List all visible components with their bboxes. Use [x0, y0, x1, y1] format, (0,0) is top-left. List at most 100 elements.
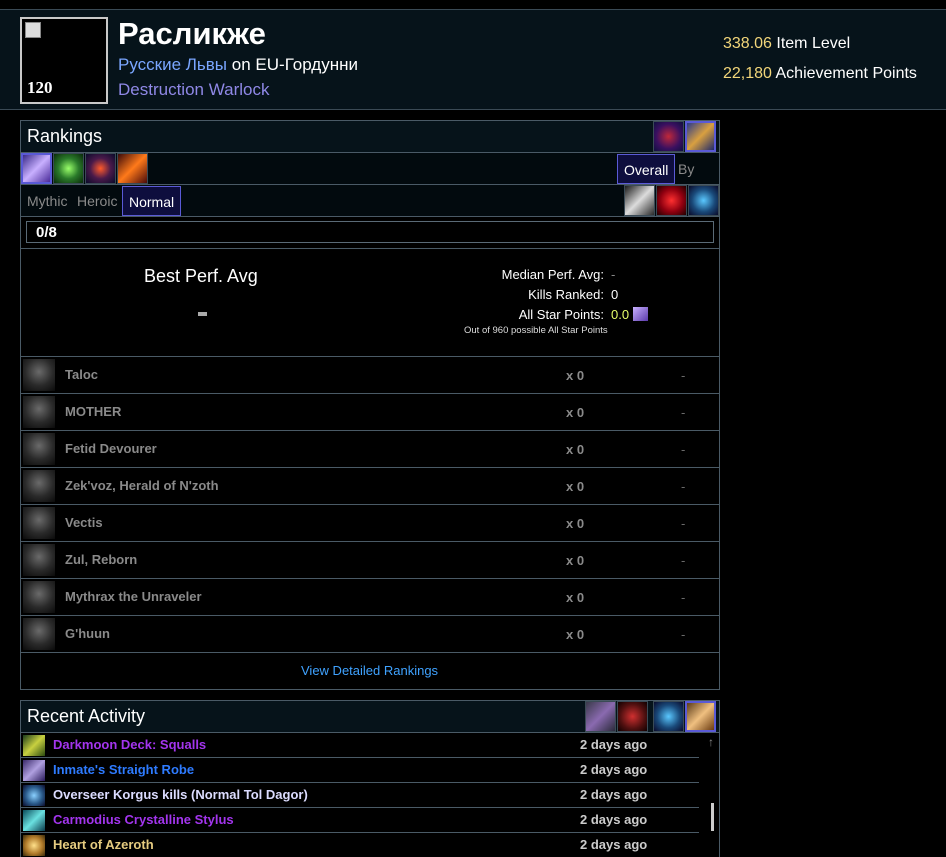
- star-points-value: 0.0: [611, 307, 630, 322]
- activity-time: 2 days ago: [580, 737, 648, 752]
- tab-overall[interactable]: Overall: [617, 154, 676, 184]
- median-label: Median Perf. Avg:: [501, 267, 604, 282]
- median-value: -: [611, 267, 616, 282]
- scroll-up-arrow-icon[interactable]: ↑: [708, 735, 714, 749]
- boss-name[interactable]: Zek'voz, Herald of N'zoth: [65, 478, 219, 493]
- boss-row[interactable]: Zul, Reborn x 0 -: [21, 542, 719, 579]
- spec-fire-icon[interactable]: [117, 153, 148, 184]
- stylus-icon: [23, 810, 45, 831]
- item-level-label: Item Level: [776, 35, 851, 52]
- tab-normal[interactable]: Normal: [122, 186, 182, 216]
- boss-row[interactable]: MOTHER x 0 -: [21, 394, 719, 431]
- progress-row: 0/8: [21, 217, 719, 249]
- rankings-title-bar: Rankings: [21, 121, 719, 153]
- boss-kills: x 0: [566, 368, 585, 383]
- tab-mythic[interactable]: Mythic: [21, 186, 73, 216]
- boss-portrait: [23, 470, 55, 502]
- boss-perf: -: [681, 627, 686, 642]
- activity-text[interactable]: Inmate's Straight Robe: [53, 762, 194, 777]
- boss-row[interactable]: Taloc x 0 -: [21, 357, 719, 394]
- healing-heart-icon[interactable]: [656, 185, 687, 216]
- star-points-spec-icon: [633, 307, 648, 321]
- boss-name[interactable]: Taloc: [65, 367, 98, 382]
- activity-item[interactable]: Carmodius Crystalline Stylus 2 days ago: [21, 808, 699, 833]
- kills-ranked-label: Kills Ranked:: [528, 287, 604, 302]
- raid-dazaralor-icon[interactable]: [685, 121, 716, 152]
- tab-by-ilvl[interactable]: By Ilvl: [672, 154, 719, 207]
- boss-row[interactable]: Mythrax the Unraveler x 0 -: [21, 579, 719, 616]
- item-level-value: 338.06: [723, 35, 772, 52]
- scroll-thumb[interactable]: [711, 803, 714, 831]
- star-points-label: All Star Points:: [518, 307, 604, 322]
- tank-shield-icon[interactable]: [688, 185, 719, 216]
- boss-perf: -: [681, 516, 686, 531]
- boss-perf: -: [681, 553, 686, 568]
- activity-time: 2 days ago: [580, 787, 648, 802]
- activity-text[interactable]: Darkmoon Deck: Squalls: [53, 737, 206, 752]
- boss-perf: -: [681, 590, 686, 605]
- progress-bar: 0/8: [26, 221, 714, 243]
- activity-item[interactable]: Overseer Korgus kills (Normal Tol Dagor)…: [21, 783, 699, 808]
- realm-name: EU-Гордунни: [255, 55, 358, 74]
- activity-time: 2 days ago: [580, 762, 648, 777]
- raid-uldir-icon[interactable]: [653, 121, 684, 152]
- boss-row[interactable]: Vectis x 0 -: [21, 505, 719, 542]
- boss-perf: -: [681, 479, 686, 494]
- filter-boss-icon[interactable]: [617, 701, 648, 732]
- boss-list: Taloc x 0 - MOTHER x 0 - Fetid Devourer …: [21, 357, 719, 653]
- boss-name[interactable]: Fetid Devourer: [65, 441, 157, 456]
- boss-perf: -: [681, 442, 686, 457]
- activity-time: 2 days ago: [580, 837, 648, 852]
- boss-kills: x 0: [566, 516, 585, 531]
- best-perf-value-dash: [198, 312, 207, 316]
- view-detailed-rankings-link[interactable]: View Detailed Rankings: [301, 663, 438, 678]
- guild-realm-line: Русские Львы on EU-Гордунни: [118, 55, 358, 75]
- boss-name[interactable]: Mythrax the Unraveler: [65, 589, 202, 604]
- best-perf-label: Best Perf. Avg: [144, 266, 258, 286]
- boss-row[interactable]: Fetid Devourer x 0 -: [21, 431, 719, 468]
- spec-demonology-icon[interactable]: [53, 153, 84, 184]
- boss-name[interactable]: Vectis: [65, 515, 103, 530]
- broken-image-icon: [25, 22, 41, 38]
- boss-perf: -: [681, 368, 686, 383]
- guild-link[interactable]: Русские Львы: [118, 55, 227, 74]
- on-word: on: [231, 55, 251, 74]
- boss-row[interactable]: G'huun x 0 -: [21, 616, 719, 653]
- boss-kills: x 0: [566, 553, 585, 568]
- achievement-value: 22,180: [723, 65, 772, 82]
- activity-text[interactable]: Overseer Korgus kills (Normal Tol Dagor): [53, 787, 308, 802]
- character-header: 120 Расликже Русские Львы on EU-Гордунни…: [0, 10, 946, 110]
- spec-class: Destruction Warlock: [118, 80, 270, 99]
- activity-scrollbar[interactable]: ↑: [707, 735, 719, 857]
- spec-destruction-icon[interactable]: [85, 153, 116, 184]
- spec-and-metric-row: Overall By Ilvl: [21, 153, 719, 207]
- boss-portrait: [23, 544, 55, 576]
- boss-kills: x 0: [566, 405, 585, 420]
- boss-name[interactable]: Zul, Reborn: [65, 552, 137, 567]
- boss-portrait: [23, 433, 55, 465]
- activity-item[interactable]: Darkmoon Deck: Squalls 2 days ago: [21, 733, 699, 758]
- achievement-label: Achievement Points: [775, 65, 917, 82]
- character-portrait[interactable]: 120: [20, 17, 108, 104]
- achievement-stat: 22,180 Achievement Points: [723, 65, 917, 83]
- dps-sword-icon[interactable]: [624, 185, 655, 216]
- filter-loot-icon[interactable]: [585, 701, 616, 732]
- card-deck-icon: [23, 735, 45, 756]
- boss-perf: -: [681, 405, 686, 420]
- performance-summary: Best Perf. Avg Median Perf. Avg: - Kills…: [21, 249, 719, 357]
- activity-title-bar: Recent Activity: [21, 701, 719, 733]
- filter-all-icon[interactable]: [685, 701, 716, 732]
- boss-name[interactable]: G'huun: [65, 626, 110, 641]
- activity-item[interactable]: Heart of Azeroth 2 days ago: [21, 833, 699, 857]
- boss-row[interactable]: Zek'voz, Herald of N'zoth x 0 -: [21, 468, 719, 505]
- activity-item[interactable]: Inmate's Straight Robe 2 days ago: [21, 758, 699, 783]
- activity-text[interactable]: Carmodius Crystalline Stylus: [53, 812, 234, 827]
- boss-kills: x 0: [566, 442, 585, 457]
- tab-heroic[interactable]: Heroic: [71, 186, 123, 216]
- spec-affliction-icon[interactable]: [21, 153, 52, 184]
- boss-name[interactable]: MOTHER: [65, 404, 121, 419]
- activity-list: Darkmoon Deck: Squalls 2 days ago Inmate…: [21, 733, 719, 857]
- filter-achievement-icon[interactable]: [653, 701, 684, 732]
- progress-text: 0/8: [36, 224, 57, 241]
- activity-text[interactable]: Heart of Azeroth: [53, 837, 154, 852]
